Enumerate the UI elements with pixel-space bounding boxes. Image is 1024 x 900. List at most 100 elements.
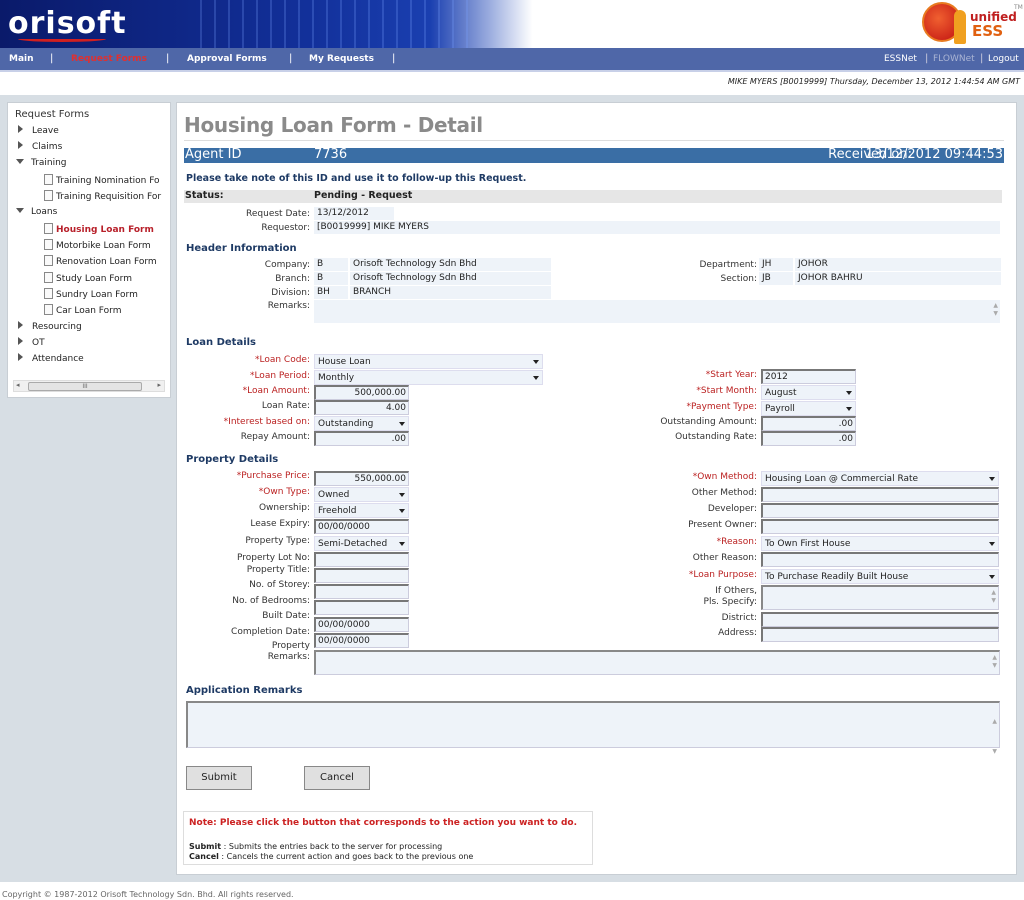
dropdown-arrow-icon[interactable]: [989, 575, 995, 579]
start-month-select[interactable]: August: [761, 385, 856, 400]
sidebar-item-label: Training Nomination Fo: [56, 175, 160, 186]
reason-select[interactable]: To Own First House: [761, 536, 999, 551]
built-date-input[interactable]: 00/00/0000: [314, 617, 409, 632]
caret-right-icon[interactable]: [18, 320, 23, 329]
property-remarks-label-line2: Remarks:: [267, 652, 310, 662]
property-remarks-field[interactable]: ▲ ▼: [314, 650, 1000, 675]
nav-logout[interactable]: Logout: [988, 54, 1019, 64]
caret-down-icon[interactable]: [16, 158, 24, 164]
present-owner-input[interactable]: [761, 519, 999, 534]
sidebar-item-loans[interactable]: Loans: [16, 207, 57, 217]
other-method-input[interactable]: [761, 487, 999, 502]
loan-period-select[interactable]: Monthly: [314, 370, 543, 385]
outstanding-amount-input[interactable]: .00: [761, 416, 856, 431]
sidebar-item-resourcing[interactable]: Resourcing: [16, 320, 82, 332]
nav-approval-forms[interactable]: Approval Forms: [187, 54, 267, 64]
user-session-info: MIKE MYERS [B0019999] Thursday, December…: [727, 77, 1020, 86]
nav-separator: |: [289, 53, 293, 64]
property-type-select[interactable]: Semi-Detached: [314, 536, 409, 551]
no-of-bedrooms-input[interactable]: [314, 600, 409, 615]
requestor-value: [B0019999] MIKE MYERS: [314, 221, 1000, 234]
scroll-arrows-icon[interactable]: ▲ ▼: [992, 707, 997, 767]
purchase-price-input[interactable]: 550,000.00: [314, 471, 409, 486]
address-input[interactable]: [761, 627, 999, 642]
sidebar-item-claims[interactable]: Claims: [16, 141, 62, 152]
dropdown-arrow-icon[interactable]: [533, 376, 539, 380]
dropdown-arrow-icon[interactable]: [399, 509, 405, 513]
caret-right-icon[interactable]: [18, 353, 23, 362]
ownership-select[interactable]: Freehold: [314, 503, 409, 518]
loan-purpose-select[interactable]: To Purchase Readily Built House: [761, 569, 999, 584]
sidebar-item-training[interactable]: Training: [16, 158, 67, 168]
nav-main[interactable]: Main: [9, 54, 34, 64]
scroll-arrows-icon[interactable]: ▲ ▼: [993, 302, 998, 318]
sidebar-item-study-loan-form[interactable]: Study Loan Form: [44, 271, 132, 284]
caret-right-icon[interactable]: [18, 125, 23, 133]
nav-request-forms[interactable]: Request Forms: [71, 54, 147, 64]
dropdown-arrow-icon[interactable]: [846, 391, 852, 395]
scroll-thumb[interactable]: III: [28, 382, 142, 391]
if-others-pls-specify-input[interactable]: ▲ ▼: [761, 585, 999, 610]
loan-rate-input[interactable]: 4.00: [314, 400, 409, 415]
dropdown-arrow-icon[interactable]: [399, 542, 405, 546]
header-remarks-field[interactable]: ▲ ▼: [314, 300, 1000, 323]
scroll-right-icon[interactable]: ▸: [157, 381, 161, 389]
completion-date-input[interactable]: 00/00/0000: [314, 633, 409, 648]
developer-input[interactable]: [761, 503, 999, 518]
selected-value: House Loan: [318, 357, 371, 367]
selected-value: Owned: [318, 490, 350, 500]
sidebar-item-sundry-loan-form[interactable]: Sundry Loan Form: [44, 288, 138, 300]
nav-separator: |: [50, 53, 54, 64]
sidebar-item-ot[interactable]: OT: [16, 336, 45, 348]
submit-button[interactable]: Submit: [186, 766, 252, 790]
other-reason-label: Other Reason:: [692, 553, 757, 563]
dropdown-arrow-icon[interactable]: [399, 493, 405, 497]
caret-right-icon[interactable]: [18, 336, 23, 345]
sidebar-item-car-loan-form[interactable]: Car Loan Form: [44, 304, 121, 316]
caret-down-icon[interactable]: [16, 207, 24, 213]
cancel-button[interactable]: Cancel: [304, 766, 370, 790]
property-lot-no-input[interactable]: [314, 552, 409, 567]
payment-type-select[interactable]: Payroll: [761, 401, 856, 416]
note-line-submit: Submit : Submits the entries back to the…: [189, 842, 442, 851]
sidebar-item-label: Leave: [32, 126, 59, 136]
sidebar-item-attendance[interactable]: Attendance: [16, 353, 84, 364]
scroll-arrows-icon[interactable]: ▲ ▼: [991, 589, 996, 605]
id-note: Please take note of this ID and use it t…: [186, 173, 527, 184]
loan-code-select[interactable]: House Loan: [314, 354, 543, 369]
interest-based-on-select[interactable]: Outstanding: [314, 416, 409, 431]
other-reason-input[interactable]: [761, 552, 999, 567]
property-title-input[interactable]: [314, 568, 409, 583]
sidebar-item-leave[interactable]: Leave: [16, 125, 59, 136]
application-remarks-field[interactable]: ▲ ▼: [186, 701, 1000, 755]
nav-my-requests[interactable]: My Requests: [309, 54, 374, 64]
loan-amount-input[interactable]: 500,000.00: [314, 385, 409, 400]
sidebar-item-training-requisition-for[interactable]: Training Requisition For: [44, 190, 161, 202]
scroll-left-icon[interactable]: ◂: [16, 381, 20, 389]
sidebar-hscrollbar[interactable]: ◂ III ▸: [13, 380, 165, 392]
nav-essnet[interactable]: ESSNet: [884, 54, 917, 64]
dropdown-arrow-icon[interactable]: [533, 360, 539, 364]
dropdown-arrow-icon[interactable]: [989, 477, 995, 481]
loan-code-label: *Loan Code:: [254, 355, 310, 365]
sidebar-item-motorbike-loan-form[interactable]: Motorbike Loan Form: [44, 239, 151, 251]
outstanding-rate-input[interactable]: .00: [761, 431, 856, 446]
header-branch-code: B: [314, 272, 348, 285]
sidebar-item-renovation-loan-form[interactable]: Renovation Loan Form: [44, 255, 157, 267]
no-of-storey-input[interactable]: [314, 584, 409, 599]
sidebar-item-housing-loan-form[interactable]: Housing Loan Form: [44, 222, 154, 235]
document-icon: [44, 222, 53, 234]
district-input[interactable]: [761, 612, 999, 627]
sidebar-item-training-nomination-fo[interactable]: Training Nomination Fo: [44, 173, 160, 186]
own-method-select[interactable]: Housing Loan @ Commercial Rate: [761, 471, 999, 486]
own-type-select[interactable]: Owned: [314, 487, 409, 502]
caret-right-icon[interactable]: [18, 141, 23, 150]
dropdown-arrow-icon[interactable]: [989, 542, 995, 546]
lease-expiry-input[interactable]: 00/00/0000: [314, 519, 409, 534]
sidebar-item-label: Loans: [31, 206, 58, 217]
scroll-arrows-icon[interactable]: ▲ ▼: [992, 654, 997, 670]
start-year-input[interactable]: 2012: [761, 369, 856, 384]
dropdown-arrow-icon[interactable]: [399, 422, 405, 426]
repay-amount-input[interactable]: .00: [314, 431, 409, 446]
dropdown-arrow-icon[interactable]: [846, 407, 852, 411]
